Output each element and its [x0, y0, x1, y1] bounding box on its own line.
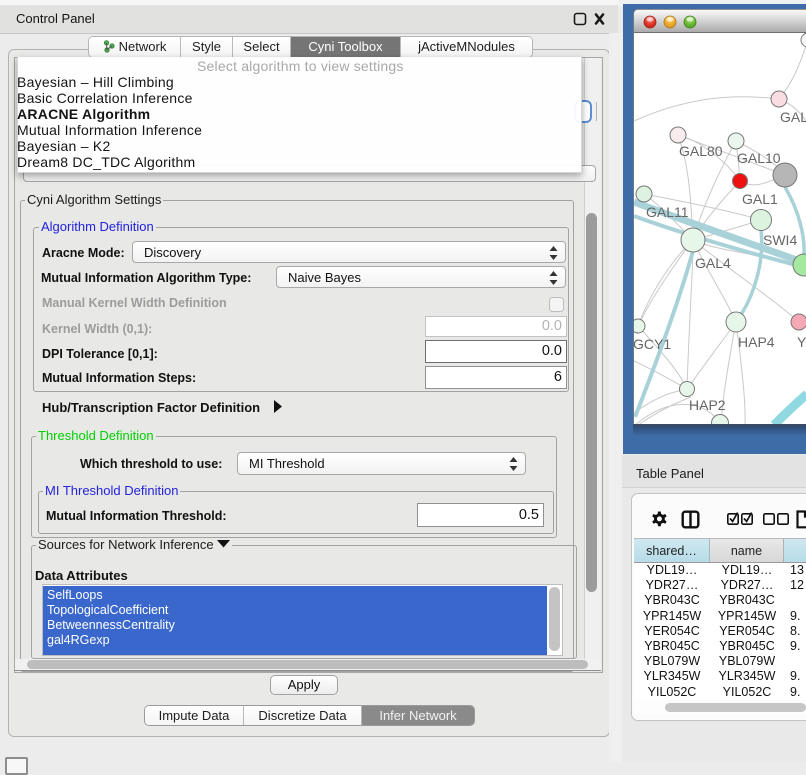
- svg-text:GAL1: GAL1: [742, 191, 778, 207]
- svg-text:GAL7: GAL7: [780, 109, 806, 125]
- svg-text:SWI4: SWI4: [763, 232, 797, 248]
- svg-text:HAP4: HAP4: [738, 334, 775, 350]
- svg-text:GAL4: GAL4: [695, 255, 731, 271]
- svg-text:GAL80: GAL80: [679, 143, 723, 159]
- svg-text:GCY1: GCY1: [634, 336, 671, 352]
- svg-text:YP: YP: [797, 334, 806, 350]
- svg-text:HAP2: HAP2: [689, 397, 726, 413]
- svg-text:GAL10: GAL10: [737, 150, 781, 166]
- svg-text:GAL11: GAL11: [646, 204, 689, 220]
